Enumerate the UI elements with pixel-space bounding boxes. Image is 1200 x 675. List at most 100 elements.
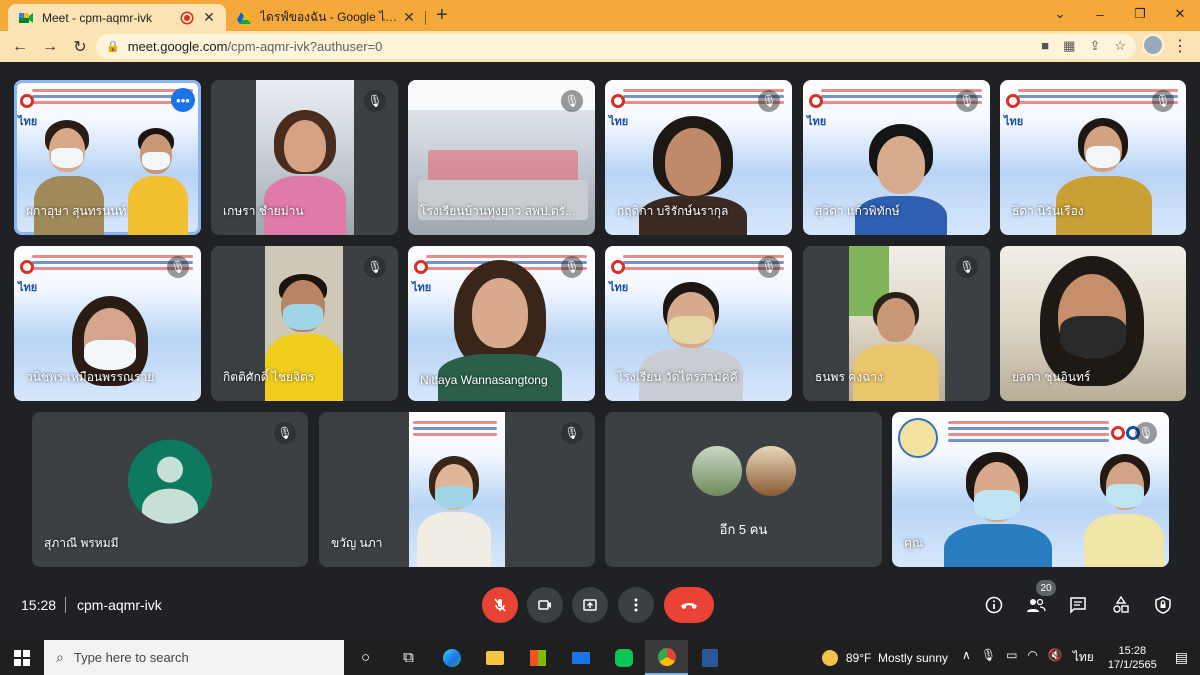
- self-view-tile[interactable]: 🎙 คุณ: [892, 412, 1169, 567]
- weather-description: Mostly sunny: [878, 650, 949, 665]
- meeting-time: 15:28: [21, 597, 57, 613]
- mic-muted-icon: 🎙: [956, 90, 978, 112]
- file-explorer-icon[interactable]: [473, 640, 516, 675]
- people-button[interactable]: [1025, 594, 1047, 616]
- mic-toggle-button[interactable]: [482, 587, 518, 623]
- participant-tile[interactable]: ไทย ••• ผกาอุษา สุนทรนนท์: [14, 80, 201, 235]
- host-controls-button[interactable]: [1152, 594, 1174, 616]
- search-icon: ⌕: [56, 649, 64, 665]
- poster-logo-icon: [1006, 94, 1020, 108]
- volume-muted-icon[interactable]: 🔇: [1048, 648, 1063, 667]
- mic-muted-icon: 🎙: [758, 256, 780, 278]
- microphone-icon[interactable]: 🎙: [981, 648, 996, 667]
- close-tab-icon[interactable]: ✕: [202, 9, 216, 26]
- chat-icon: [1070, 597, 1086, 614]
- wifi-icon[interactable]: ◠: [1027, 648, 1037, 667]
- close-window-icon[interactable]: ✕: [1160, 0, 1200, 28]
- translate-icon[interactable]: ▦: [1063, 38, 1075, 54]
- poster-logo-text: ไทย: [18, 116, 38, 128]
- avatar: [743, 444, 798, 498]
- participant-tile[interactable]: 🎙 โรงเรียนบ้านทุ่งยาว สพป.ตรั...: [408, 80, 595, 235]
- show-hidden-icons-icon[interactable]: ∧: [962, 648, 971, 667]
- participant-tile[interactable]: ไทย 🎙 กฤติกา บริรักษ์นรากุล: [605, 80, 792, 235]
- word-app-icon[interactable]: [688, 640, 731, 675]
- avatar-placeholder-icon: [128, 439, 212, 524]
- lock-icon[interactable]: 🔒: [106, 40, 120, 53]
- more-options-button[interactable]: [618, 587, 654, 623]
- poster-logo-icon: [611, 94, 625, 108]
- participant-tile[interactable]: 🎙 ธนพร คงฉาง: [803, 246, 990, 401]
- participant-tile[interactable]: 🎙 เกษรา ชำยม่าน: [211, 80, 398, 235]
- new-tab-button[interactable]: +: [436, 4, 448, 27]
- edge-browser-icon[interactable]: [430, 640, 473, 675]
- system-tray: 89°F Mostly sunny ∧ 🎙 ▭ ◠ 🔇 ไทย 15:28 17…: [821, 640, 1200, 675]
- mail-icon[interactable]: [559, 640, 602, 675]
- cortana-icon[interactable]: ○: [344, 640, 387, 675]
- participant-name: ธิดา นิรันเรือง: [1012, 204, 1084, 218]
- participant-tile[interactable]: 🎙 ขวัญ นภา: [319, 412, 595, 567]
- activities-button[interactable]: [1110, 594, 1132, 616]
- bookmark-star-icon[interactable]: ☆: [1114, 38, 1126, 54]
- browser-tab-strip: Meet - cpm-aqmr-ivk ✕ ไดรฟ์ของฉัน - Goog…: [0, 0, 1200, 31]
- reload-icon[interactable]: ↻: [66, 37, 94, 57]
- participant-tile[interactable]: ไทย 🎙 วนิชพร เหมือนพรรณราย: [14, 246, 201, 401]
- tab-meet[interactable]: Meet - cpm-aqmr-ivk ✕: [8, 4, 226, 31]
- participant-name: โรงเรียนบ้านทุ่งยาว สพป.ตรั...: [420, 204, 576, 218]
- address-bar[interactable]: 🔒 meet.google.com/cpm-aqmr-ivk?authuser=…: [96, 34, 1136, 59]
- camera-in-use-icon[interactable]: ■: [1041, 38, 1049, 54]
- present-now-button[interactable]: [572, 587, 608, 623]
- restore-icon[interactable]: ❐: [1120, 0, 1160, 28]
- taskbar-clock[interactable]: 15:28 17/1/2565: [1108, 644, 1157, 672]
- notifications-icon[interactable]: ▤: [1175, 649, 1188, 666]
- profile-avatar[interactable]: [1142, 34, 1164, 56]
- participant-tile[interactable]: ไทย 🎙 สุวิดา แก้วพิทักษ์: [803, 80, 990, 235]
- participant-name: สุวิดา แก้วพิทักษ์: [815, 204, 900, 218]
- camera-toggle-button[interactable]: [527, 587, 563, 623]
- others-avatars: [689, 444, 798, 498]
- minimize-icon[interactable]: –: [1080, 0, 1120, 28]
- participant-tile[interactable]: 🎙 สุภาณี พรหมมี: [32, 412, 308, 567]
- participant-name: เกษรา ชำยม่าน: [223, 204, 304, 218]
- browser-menu-icon[interactable]: ⋮: [1172, 36, 1188, 56]
- divider: [65, 597, 66, 613]
- line-app-icon[interactable]: [602, 640, 645, 675]
- share-icon[interactable]: ⇪: [1089, 38, 1100, 54]
- participant-tile[interactable]: ยลดา ชุนอินทร์: [1000, 246, 1186, 401]
- others-tile[interactable]: อีก 5 คน: [605, 412, 882, 567]
- battery-icon[interactable]: ▭: [1006, 648, 1017, 667]
- microsoft-store-icon[interactable]: [516, 640, 559, 675]
- input-language[interactable]: ไทย: [1073, 648, 1094, 667]
- mic-off-icon: [494, 598, 506, 612]
- windows-start-button[interactable]: [0, 640, 44, 675]
- mic-muted-icon: 🎙: [274, 422, 296, 444]
- more-options-icon[interactable]: •••: [171, 88, 195, 112]
- forward-icon[interactable]: →: [36, 38, 64, 56]
- close-tab-icon[interactable]: ✕: [402, 9, 416, 26]
- leave-call-button[interactable]: [664, 587, 714, 623]
- participant-tile[interactable]: ไทย 🎙 Nittaya Wannasangtong: [408, 246, 595, 401]
- participant-name: โรงเรียน วัดไตรสามัคคี: [617, 370, 738, 384]
- meeting-details-button[interactable]: [983, 594, 1005, 616]
- chrome-browser-icon[interactable]: [645, 640, 688, 675]
- weather-widget[interactable]: 89°F Mostly sunny: [821, 649, 949, 666]
- poster-logo-icon: [20, 94, 34, 108]
- task-view-icon[interactable]: ⧉: [387, 640, 430, 675]
- taskbar-search-box[interactable]: ⌕ Type here to search: [44, 640, 344, 675]
- poster-logo-text: ไทย: [609, 116, 629, 128]
- windows-logo-icon: [14, 649, 30, 666]
- chat-button[interactable]: [1067, 594, 1089, 616]
- poster-logo-text: ไทย: [412, 282, 432, 294]
- activities-icon: [1113, 596, 1129, 613]
- participant-tile[interactable]: ไทย 🎙 โรงเรียน วัดไตรสามัคคี: [605, 246, 792, 401]
- windows-taskbar: ⌕ Type here to search ○ ⧉ 89°F Mostly su…: [0, 640, 1200, 675]
- tab-title: Meet - cpm-aqmr-ivk: [42, 10, 153, 25]
- mic-muted-icon: 🎙: [561, 422, 583, 444]
- window-controls: ⌄ – ❐ ✕: [1040, 0, 1200, 28]
- participant-tile[interactable]: ไทย 🎙 ธิดา นิรันเรือง: [1000, 80, 1186, 235]
- back-icon[interactable]: ←: [6, 38, 34, 56]
- tab-search-icon[interactable]: ⌄: [1040, 0, 1080, 28]
- participant-tile[interactable]: 🎙 กิตติศักดิ์ ไชยจิตร: [211, 246, 398, 401]
- poster-logo-text: ไทย: [609, 282, 629, 294]
- poster-logo-icon: [20, 260, 34, 274]
- tab-google-drive[interactable]: ไดรฟ์ของฉัน - Google ไดรฟ์ ✕: [226, 4, 426, 31]
